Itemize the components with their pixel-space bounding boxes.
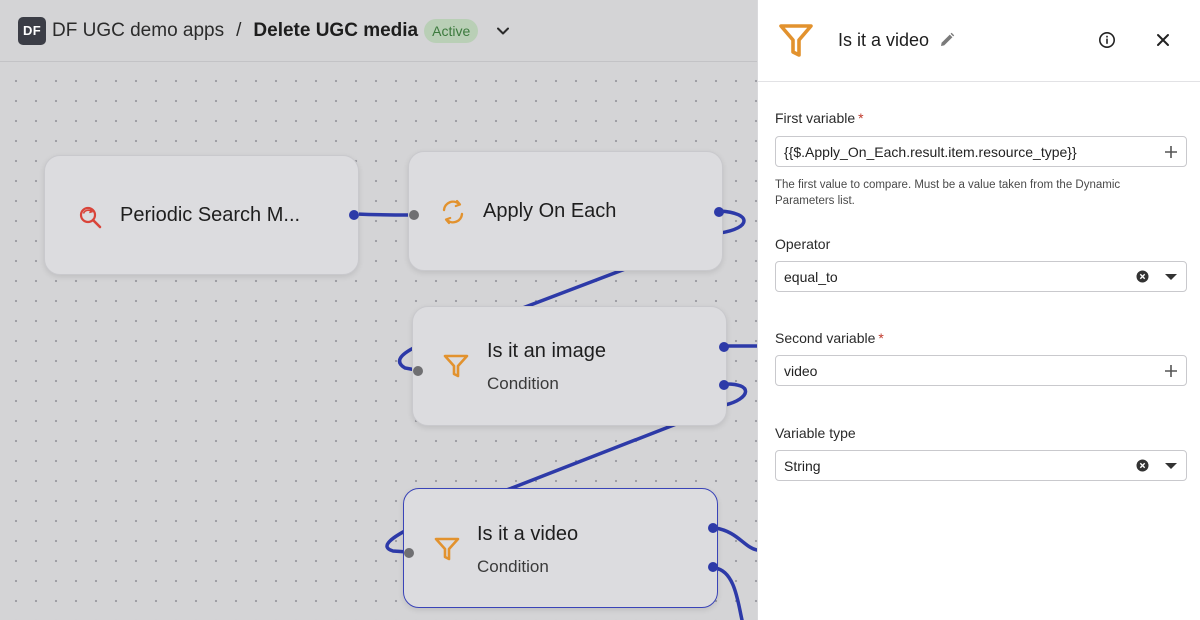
first-variable-label: First variable *	[775, 110, 864, 126]
first-variable-input[interactable]: {{$.Apply_On_Each.result.item.resource_t…	[775, 136, 1187, 167]
workflow-canvas[interactable]: Periodic Search M... Apply On Each Is it…	[0, 63, 757, 620]
node-subtitle: Condition	[477, 557, 549, 576]
add-parameter-icon[interactable]	[1156, 137, 1186, 166]
second-variable-label: Second variable *	[775, 330, 884, 346]
operator-value[interactable]: equal_to	[784, 269, 1132, 285]
filter-icon	[434, 536, 460, 562]
label-text: First variable	[775, 110, 856, 126]
node-subtitle: Condition	[487, 374, 559, 393]
output-port-true[interactable]	[719, 342, 729, 352]
panel-header: Is it a video	[758, 0, 1200, 82]
output-port-false[interactable]	[708, 562, 718, 572]
chevron-down-icon[interactable]	[494, 22, 512, 40]
node-is-it-a-video[interactable]: Is it a video Condition	[403, 488, 718, 608]
variable-type-value[interactable]: String	[784, 458, 1132, 474]
add-parameter-icon[interactable]	[1156, 356, 1186, 385]
breadcrumb-separator: /	[236, 19, 242, 41]
clear-icon[interactable]	[1132, 267, 1152, 287]
required-marker: *	[878, 330, 884, 346]
project-logo[interactable]: DF	[18, 16, 46, 45]
first-variable-help: The first value to compare. Must be a va…	[775, 179, 1121, 207]
output-port-true[interactable]	[708, 523, 718, 533]
second-variable-value[interactable]: video	[784, 363, 1156, 379]
first-variable-value[interactable]: {{$.Apply_On_Each.result.item.resource_t…	[784, 144, 1156, 160]
node-periodic-search[interactable]: Periodic Search M...	[44, 155, 359, 275]
workflow-title: Delete UGC media	[253, 19, 419, 41]
dropdown-caret-icon[interactable]	[1156, 262, 1186, 291]
edit-pencil-icon[interactable]	[938, 31, 956, 54]
output-port[interactable]	[714, 207, 724, 217]
search-refresh-icon	[77, 204, 103, 230]
label-text: Second variable	[775, 330, 876, 346]
dropdown-caret-icon[interactable]	[1156, 451, 1186, 480]
input-port[interactable]	[413, 366, 423, 376]
node-title: Apply On Each	[483, 200, 617, 222]
node-title: Is it a video	[477, 523, 579, 545]
info-icon[interactable]	[1098, 31, 1116, 54]
variable-type-label: Variable type	[775, 425, 856, 441]
top-bar: DF DF UGC demo apps / Delete UGC media A…	[0, 0, 757, 62]
filter-icon	[778, 22, 814, 65]
node-title: Is it an image	[487, 340, 606, 362]
second-variable-input[interactable]: video	[775, 355, 1187, 386]
clear-icon[interactable]	[1132, 456, 1152, 476]
panel-title[interactable]: Is it a video	[838, 30, 929, 51]
operator-select[interactable]: equal_to	[775, 261, 1187, 292]
node-is-it-an-image[interactable]: Is it an image Condition	[412, 306, 729, 426]
output-port[interactable]	[349, 210, 359, 220]
node-apply-on-each[interactable]: Apply On Each	[408, 151, 724, 271]
operator-label: Operator	[775, 236, 831, 252]
filter-icon	[443, 353, 469, 379]
status-badge: Active	[424, 18, 479, 43]
close-icon[interactable]	[1154, 31, 1172, 54]
input-port[interactable]	[404, 548, 414, 558]
node-title: Periodic Search M...	[120, 204, 301, 226]
breadcrumb-project[interactable]: DF UGC demo apps	[52, 20, 224, 42]
node-settings-panel: Is it a video First variable * {{$.Apply_…	[757, 0, 1200, 620]
output-port-false[interactable]	[719, 380, 729, 390]
input-port[interactable]	[409, 210, 419, 220]
required-marker: *	[858, 110, 864, 126]
loop-icon	[439, 198, 467, 226]
variable-type-select[interactable]: String	[775, 450, 1187, 481]
